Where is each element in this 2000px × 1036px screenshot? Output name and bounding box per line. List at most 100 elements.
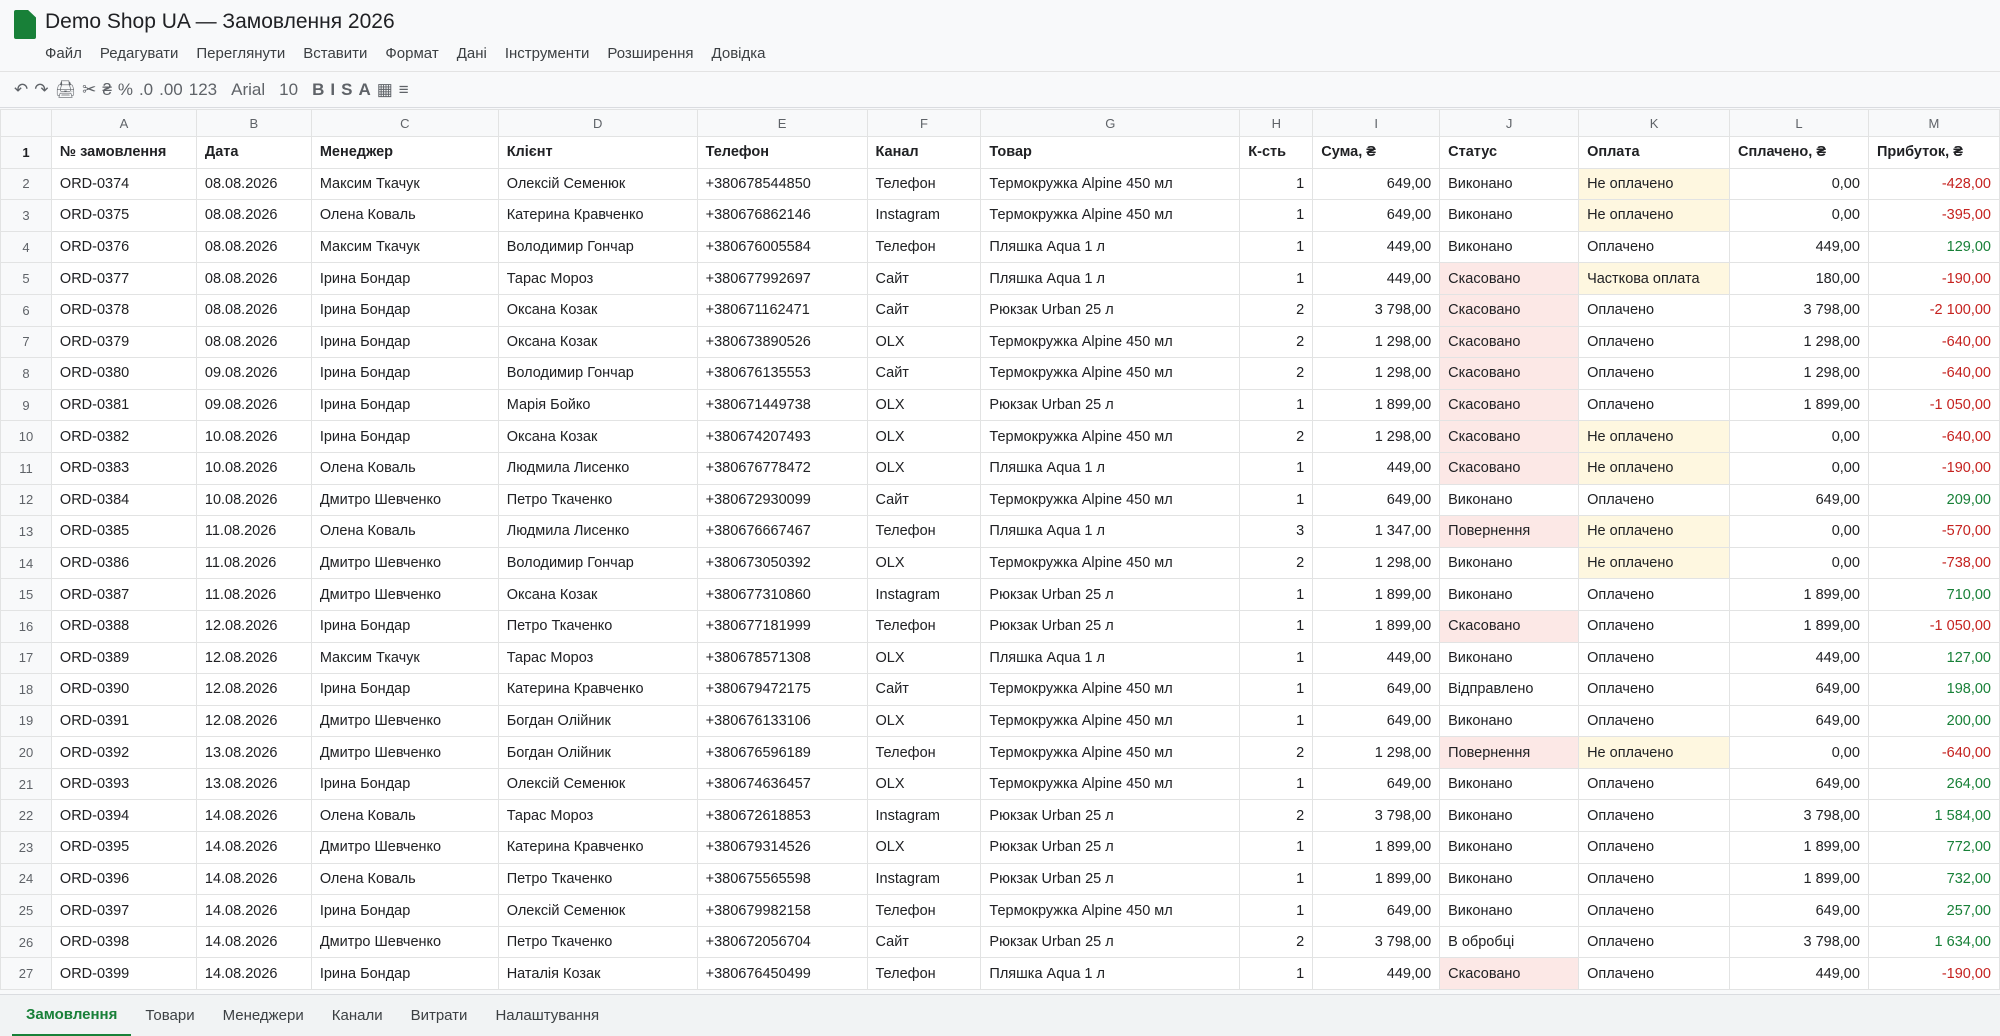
cell[interactable]: 11.08.2026 xyxy=(195,515,312,548)
row-header[interactable]: 25 xyxy=(0,894,52,927)
cell[interactable]: Олексій Семенюк xyxy=(497,167,698,201)
cell[interactable]: +380676450499 xyxy=(696,957,868,991)
number-format-button[interactable]: 123 xyxy=(189,80,217,100)
cell[interactable]: ORD-0388 xyxy=(50,609,197,643)
cell[interactable]: Максим Ткачук xyxy=(310,641,499,675)
cell[interactable]: 14.08.2026 xyxy=(195,831,312,864)
cell[interactable]: 1 xyxy=(1239,167,1314,201)
cell[interactable]: Ірина Бондар xyxy=(310,767,499,801)
cell[interactable]: OLX xyxy=(866,831,982,864)
cell[interactable]: Часткова оплата xyxy=(1578,262,1731,295)
row-header[interactable]: 12 xyxy=(0,483,52,517)
cell[interactable]: Не оплачено xyxy=(1578,736,1731,769)
cell[interactable]: Олена Коваль xyxy=(310,451,499,485)
column-header[interactable]: J xyxy=(1439,109,1580,137)
cell[interactable]: -1 050,00 xyxy=(1867,609,2000,643)
cell[interactable]: +380672056704 xyxy=(696,925,868,959)
cell[interactable]: Оплачено xyxy=(1578,957,1731,991)
menu-item[interactable]: Редагувати xyxy=(100,45,179,62)
cell[interactable]: Олена Коваль xyxy=(310,799,499,833)
header-cell[interactable]: Клієнт xyxy=(497,136,698,169)
cell[interactable]: Виконано xyxy=(1439,641,1580,675)
increase-decimal-button[interactable]: .00 xyxy=(159,80,183,100)
cell[interactable]: 08.08.2026 xyxy=(195,230,312,264)
cell[interactable]: 449,00 xyxy=(1312,262,1441,295)
cell[interactable]: +380672618853 xyxy=(696,799,868,833)
cell[interactable]: 449,00 xyxy=(1312,451,1441,485)
cell[interactable]: Сайт xyxy=(866,262,982,295)
cell[interactable]: 180,00 xyxy=(1729,262,1869,295)
cell[interactable]: 2 xyxy=(1239,799,1314,833)
menu-item[interactable]: Довідка xyxy=(712,45,766,62)
cell[interactable]: ORD-0385 xyxy=(50,515,197,548)
cell[interactable]: Сайт xyxy=(866,925,982,959)
row-header[interactable]: 19 xyxy=(0,704,52,738)
cell[interactable]: 08.08.2026 xyxy=(195,293,312,327)
cell[interactable]: OLX xyxy=(866,546,982,580)
cell[interactable]: 1 xyxy=(1239,957,1314,991)
cell[interactable]: 1 347,00 xyxy=(1312,515,1441,548)
cell[interactable]: 209,00 xyxy=(1867,483,2000,517)
cell[interactable]: 449,00 xyxy=(1312,957,1441,991)
cell[interactable]: Олексій Семенюк xyxy=(497,767,698,801)
cell[interactable]: 13.08.2026 xyxy=(195,767,312,801)
cell[interactable]: Петро Ткаченко xyxy=(497,609,698,643)
cell[interactable]: Виконано xyxy=(1439,799,1580,833)
header-cell[interactable]: Сума, ₴ xyxy=(1312,136,1441,169)
cell[interactable]: Наталія Козак xyxy=(497,957,698,991)
fill-color-icon[interactable]: ▦ xyxy=(377,80,393,100)
cell[interactable]: 3 798,00 xyxy=(1729,293,1869,327)
cell[interactable]: 1 xyxy=(1239,704,1314,738)
cell[interactable]: Людмила Лисенко xyxy=(497,515,698,548)
sheet-tab[interactable]: Витрати xyxy=(397,995,482,1036)
cell[interactable]: Сайт xyxy=(866,483,982,517)
row-header[interactable]: 11 xyxy=(0,451,52,485)
cell[interactable]: Оплачено xyxy=(1578,673,1731,706)
cell[interactable]: 09.08.2026 xyxy=(195,388,312,422)
cell[interactable]: 129,00 xyxy=(1867,230,2000,264)
cell[interactable]: 3 798,00 xyxy=(1729,799,1869,833)
row-header[interactable]: 10 xyxy=(0,420,52,453)
cell[interactable]: Богдан Олійник xyxy=(497,736,698,769)
cell[interactable]: 1 899,00 xyxy=(1729,831,1869,864)
cell[interactable]: OLX xyxy=(866,704,982,738)
cell[interactable]: 772,00 xyxy=(1867,831,2000,864)
cell[interactable]: 3 xyxy=(1239,515,1314,548)
row-header[interactable]: 17 xyxy=(0,641,52,675)
cell[interactable]: 1 899,00 xyxy=(1729,578,1869,611)
menu-item[interactable]: Дані xyxy=(457,45,487,62)
row-header[interactable]: 20 xyxy=(0,736,52,769)
cell[interactable]: Оплачено xyxy=(1578,609,1731,643)
cell[interactable]: 0,00 xyxy=(1729,451,1869,485)
column-header[interactable]: D xyxy=(497,109,698,137)
cell[interactable]: Сайт xyxy=(866,357,982,390)
redo-icon[interactable]: ↷ xyxy=(34,80,48,100)
cell[interactable]: Дмитро Шевченко xyxy=(310,578,499,611)
cell[interactable]: 1 899,00 xyxy=(1729,388,1869,422)
header-cell[interactable]: Дата xyxy=(195,136,312,169)
column-header[interactable]: F xyxy=(866,109,982,137)
spreadsheet-icon[interactable] xyxy=(14,10,36,39)
cell[interactable]: 649,00 xyxy=(1729,704,1869,738)
cell[interactable]: Термокружка Alpine 450 мл xyxy=(980,704,1241,738)
cell[interactable]: 1 xyxy=(1239,230,1314,264)
cell[interactable]: Рюкзак Urban 25 л xyxy=(980,578,1241,611)
cell[interactable]: +380676596189 xyxy=(696,736,868,769)
cell[interactable]: Петро Ткаченко xyxy=(497,925,698,959)
cell[interactable]: 14.08.2026 xyxy=(195,925,312,959)
cell[interactable]: -640,00 xyxy=(1867,420,2000,453)
cell[interactable]: 1 298,00 xyxy=(1312,420,1441,453)
cell[interactable]: Ірина Бондар xyxy=(310,673,499,706)
cell[interactable]: Телефон xyxy=(866,167,982,201)
cell[interactable]: 198,00 xyxy=(1867,673,2000,706)
cell[interactable]: 1 xyxy=(1239,451,1314,485)
column-header[interactable]: B xyxy=(195,109,312,137)
cell[interactable]: 649,00 xyxy=(1312,704,1441,738)
cell[interactable]: Оплачено xyxy=(1578,325,1731,359)
cell[interactable]: Катерина Кравченко xyxy=(497,831,698,864)
cell[interactable]: +380679472175 xyxy=(696,673,868,706)
cell[interactable]: ORD-0374 xyxy=(50,167,197,201)
cell[interactable]: 1 xyxy=(1239,831,1314,864)
cell[interactable]: Пляшка Aqua 1 л xyxy=(980,262,1241,295)
cell[interactable]: 08.08.2026 xyxy=(195,325,312,359)
